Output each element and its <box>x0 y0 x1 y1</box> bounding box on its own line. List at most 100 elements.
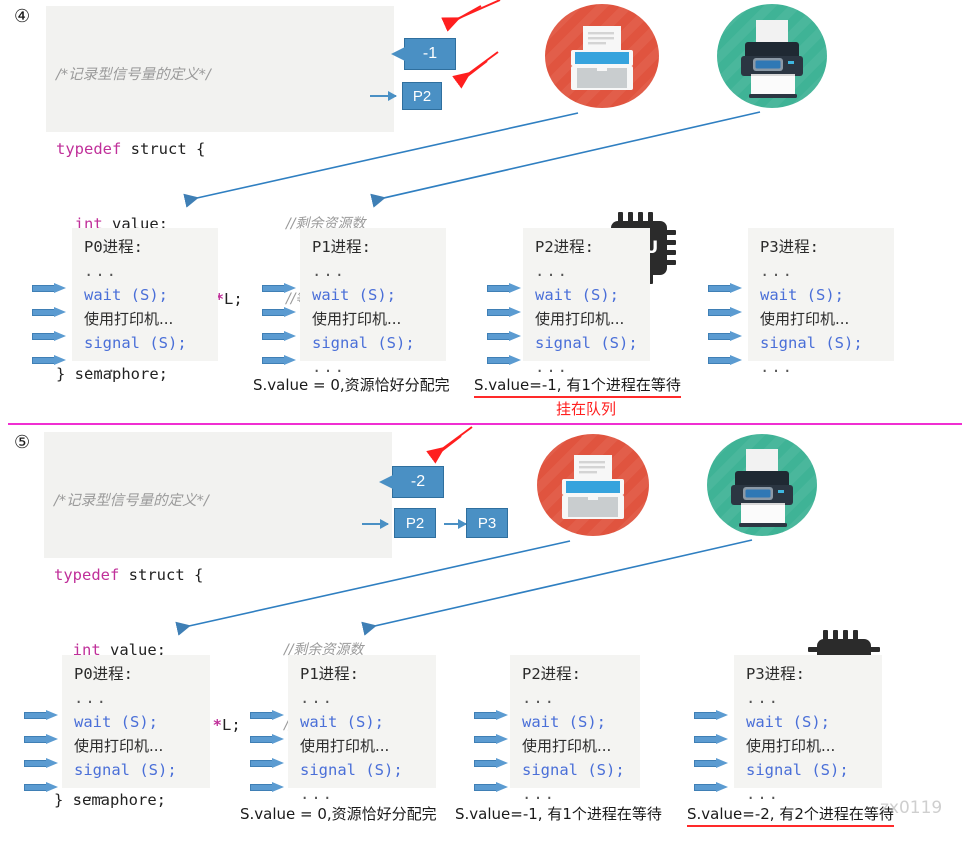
process-line: wait (S); <box>74 713 158 731</box>
process-title: P0进程: <box>74 665 133 683</box>
step-arrow-icon <box>474 782 508 793</box>
process-line: 使用打印机... <box>312 310 402 328</box>
step-arrow-icon <box>32 283 66 294</box>
process-line: signal (S); <box>74 761 177 779</box>
printer-icon-teal-4 <box>717 4 827 108</box>
process-title: P3进程: <box>746 665 805 683</box>
process-line: signal (S); <box>300 761 403 779</box>
process-line: signal (S); <box>84 334 187 352</box>
step-arrow-icon <box>694 758 728 769</box>
code-kw-typedef-4: typedef <box>56 140 122 158</box>
process-line: 使用打印机... <box>746 737 836 755</box>
process-line: ... <box>760 262 794 280</box>
queue-node-p2-label-4: P2 <box>412 87 432 105</box>
queue-node-p3-5: P3 <box>466 508 508 538</box>
process-line: wait (S); <box>760 286 844 304</box>
semaphore-code-block-4: /*记录型信号量的定义*/ typedef struct { int value… <box>46 6 394 383</box>
caption-s-value-zero-5: S.value = 0,资源恰好分配完 <box>240 805 437 823</box>
semaphore-value-callout-4: -1 <box>391 38 456 70</box>
slide-canvas: ④ /*记录型信号量的定义*/ typedef struct { int val… <box>0 0 974 832</box>
flow-arrow-teal-printer-4 <box>370 111 761 208</box>
section-divider <box>8 423 962 425</box>
process-line: ... <box>746 689 780 707</box>
step-arrow-icon <box>708 355 742 366</box>
process-title: P1进程: <box>300 665 359 683</box>
process-line: wait (S); <box>84 286 168 304</box>
step-arrow-icon <box>250 710 284 721</box>
code-star-5: * <box>212 716 222 734</box>
step-arrow-icon <box>250 758 284 769</box>
code-struct-open-4: struct { <box>121 140 206 158</box>
process-block-p3-5: P3进程: ... wait (S); 使用打印机... signal (S);… <box>734 655 882 803</box>
section-marker-4: ④ <box>14 6 31 27</box>
flow-arrow-teal-printer-5 <box>361 539 753 636</box>
step-arrow-icon <box>694 710 728 721</box>
code-struct-open-5: struct { <box>119 566 204 584</box>
step-arrow-icon <box>262 355 296 366</box>
step-arrow-icon <box>487 307 521 318</box>
process-line: ... <box>300 689 334 707</box>
semaphore-value-text-5: -2 <box>410 473 426 490</box>
process-line: ... <box>84 358 118 376</box>
process-line: 使用打印机... <box>760 310 850 328</box>
process-line: signal (S); <box>760 334 863 352</box>
queue-node-p2-label-5: P2 <box>405 514 425 532</box>
queue-connector-arrow-4 <box>370 91 397 101</box>
process-block-p3-4: P3进程: ... wait (S); 使用打印机... signal (S);… <box>748 228 894 376</box>
process-title: P0进程: <box>84 238 143 256</box>
step-arrow-icon <box>32 331 66 342</box>
process-block-p0-5: P0进程: ... wait (S); 使用打印机... signal (S);… <box>62 655 210 803</box>
printer-icon-red-5 <box>537 434 649 536</box>
red-annotation-arrow-1-5 <box>426 426 473 464</box>
step-arrow-icon <box>32 307 66 318</box>
process-line: 使用打印机... <box>522 737 612 755</box>
process-line: wait (S); <box>522 713 606 731</box>
process-line: wait (S); <box>746 713 830 731</box>
caption-s-value-zero-4: S.value = 0,资源恰好分配完 <box>253 376 450 394</box>
code-header-comment-5: /*记录型信号量的定义*/ <box>54 493 209 509</box>
step-arrow-icon <box>262 283 296 294</box>
step-arrow-icon <box>694 734 728 745</box>
callout-tail-icon-4 <box>391 47 405 61</box>
step-arrow-icon <box>250 734 284 745</box>
caption-s-value-minus1-4: S.value=-1, 有1个进程在等待 <box>474 374 681 398</box>
process-line: signal (S); <box>746 761 849 779</box>
caption-s-value-minus1-5: S.value=-1, 有1个进程在等待 <box>455 805 662 823</box>
step-arrow-icon <box>694 782 728 793</box>
process-line: ... <box>312 262 346 280</box>
process-line: 使用打印机... <box>535 310 625 328</box>
process-line: ... <box>74 785 108 803</box>
step-arrow-icon <box>487 355 521 366</box>
step-arrow-icon <box>24 782 58 793</box>
code-process-field-b-5: L; <box>221 716 241 734</box>
red-annotation-arrow-1-4 <box>441 0 501 32</box>
semaphore-value-text-4: -1 <box>422 45 438 62</box>
process-block-p1-5: P1进程: ... wait (S); 使用打印机... signal (S);… <box>288 655 436 803</box>
process-line: ... <box>84 262 118 280</box>
queue-connector-arrow-5b <box>444 519 467 529</box>
process-line: signal (S); <box>522 761 625 779</box>
step-arrow-icon <box>250 782 284 793</box>
red-annotation-arrow-2-4 <box>452 51 499 89</box>
step-arrow-icon <box>262 307 296 318</box>
process-line: ... <box>760 358 794 376</box>
queue-connector-arrow-5 <box>362 519 389 529</box>
process-block-p2-5: P2进程: ... wait (S); 使用打印机... signal (S);… <box>510 655 640 803</box>
code-kw-typedef-5: typedef <box>54 566 120 584</box>
step-arrow-icon <box>24 758 58 769</box>
queue-node-p2-4: P2 <box>402 82 442 110</box>
process-block-p2-4: P2进程: ... wait (S); 使用打印机... signal (S);… <box>523 228 650 376</box>
cpu-pin <box>870 647 880 652</box>
callout-tail-icon-5 <box>379 475 393 489</box>
process-line: wait (S); <box>312 286 396 304</box>
process-line: signal (S); <box>535 334 638 352</box>
process-line: 使用打印机... <box>84 310 174 328</box>
step-arrow-icon <box>32 355 66 366</box>
process-line: 使用打印机... <box>74 737 164 755</box>
step-arrow-icon <box>487 283 521 294</box>
process-line: ... <box>535 262 569 280</box>
process-block-p1-4: P1进程: ... wait (S); 使用打印机... signal (S);… <box>300 228 446 376</box>
process-title: P1进程: <box>312 238 371 256</box>
step-arrow-icon <box>474 710 508 721</box>
step-arrow-icon <box>487 331 521 342</box>
